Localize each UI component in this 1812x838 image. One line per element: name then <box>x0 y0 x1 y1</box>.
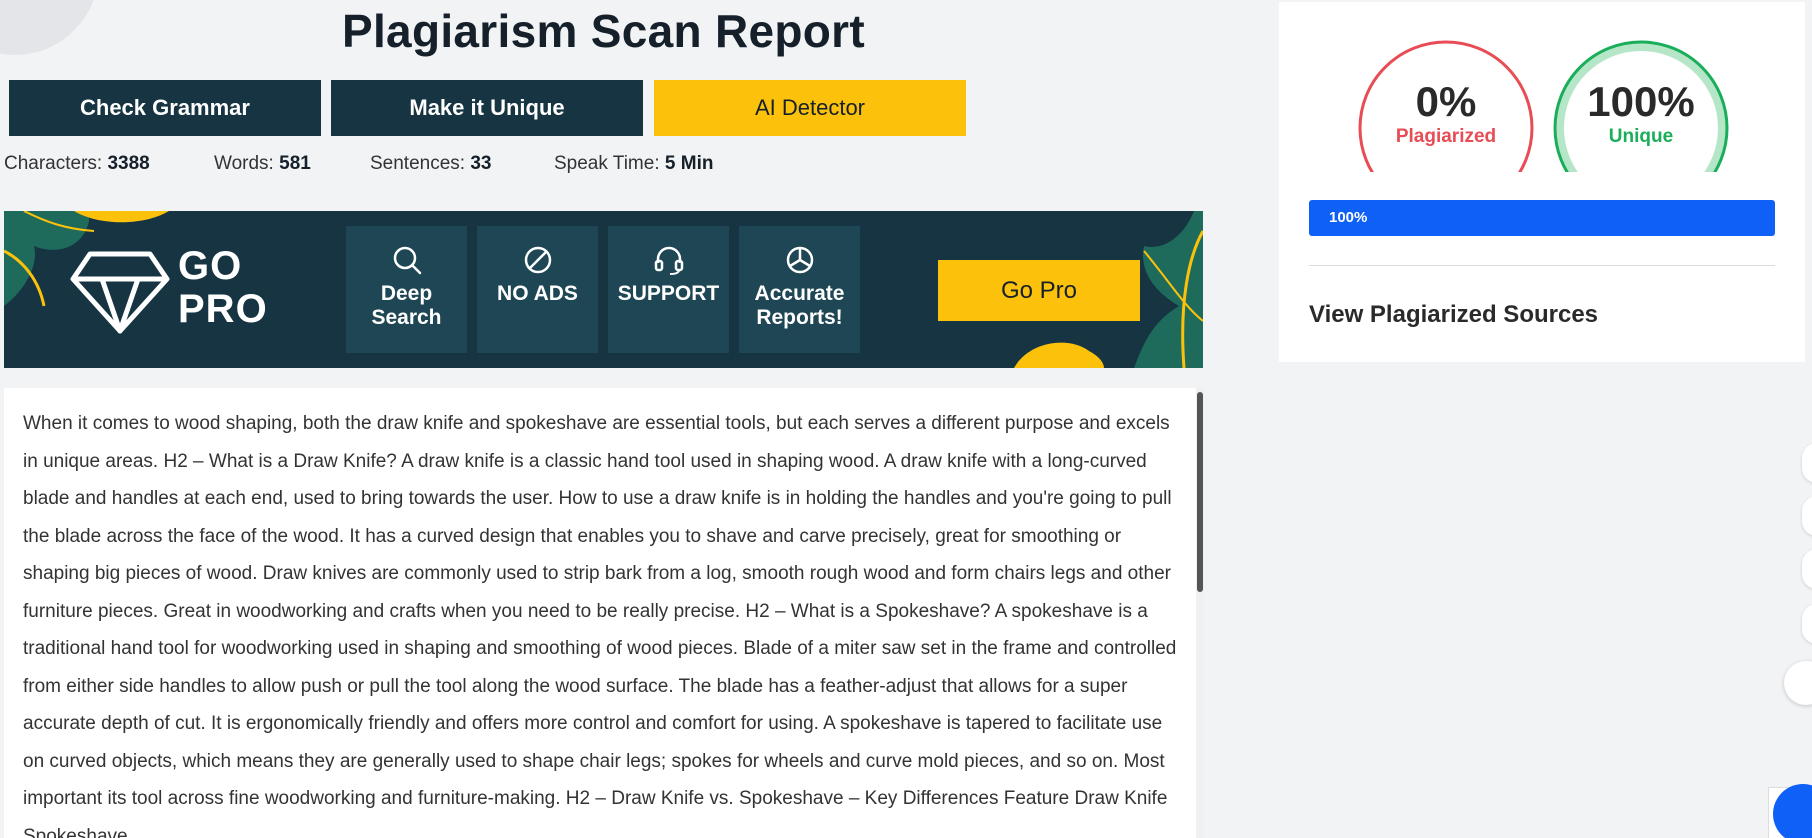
make-unique-button[interactable]: Make it Unique <box>331 80 643 136</box>
view-sources-heading[interactable]: View Plagiarized Sources <box>1309 301 1598 329</box>
plagiarized-label: Plagiarized <box>1395 126 1497 147</box>
unique-progress-bar: 100% <box>1309 200 1775 236</box>
search-icon <box>393 246 421 275</box>
feature-deep-search: Deep Search <box>346 226 467 353</box>
plagiarized-percent: 0% <box>1415 78 1477 125</box>
edge-floating-button-2[interactable] <box>1802 496 1812 536</box>
unique-label: Unique <box>1608 126 1674 147</box>
go-pro-button[interactable]: Go Pro <box>938 260 1140 321</box>
assistant-launcher-icon[interactable] <box>1784 661 1812 705</box>
results-card: 0% Plagiarized 100% Unique 100% View Pla… <box>1279 2 1805 362</box>
stat-characters: Characters: 3388 <box>4 153 150 174</box>
ai-detector-button[interactable]: AI Detector <box>654 80 966 136</box>
edge-floating-button-1[interactable] <box>1802 443 1812 483</box>
text-scrollbar-thumb[interactable] <box>1197 392 1203 592</box>
feature-no-ads: NO ADS <box>477 226 598 353</box>
stat-speak-time: Speak Time: 5 Min <box>554 153 714 174</box>
scanned-text-panel[interactable]: When it comes to wood shaping, both the … <box>4 388 1203 838</box>
plagiarized-gauge: 0% Plagiarized <box>1356 38 1536 172</box>
scanned-text: When it comes to wood shaping, both the … <box>23 413 1177 838</box>
pie-chart-icon <box>786 246 813 274</box>
go-pro-heading: GO PRO <box>178 244 268 331</box>
feature-accurate-reports: Accurate Reports! <box>739 226 860 353</box>
no-ads-icon <box>524 246 551 274</box>
edge-floating-button-4[interactable] <box>1802 604 1812 644</box>
feature-support: SUPPORT <box>608 226 729 353</box>
unique-percent: 100% <box>1587 78 1695 125</box>
unique-gauge: 100% Unique <box>1551 38 1731 172</box>
go-pro-banner: GO PRO Deep Search NO ADS SUPPORT Accura… <box>4 211 1203 368</box>
check-grammar-button[interactable]: Check Grammar <box>9 80 321 136</box>
stat-sentences: Sentences: 33 <box>370 153 492 174</box>
page-title: Plagiarism Scan Report <box>342 5 865 57</box>
divider <box>1309 265 1775 266</box>
headset-icon <box>654 246 683 275</box>
stat-words: Words: 581 <box>214 153 311 174</box>
edge-floating-button-3[interactable] <box>1802 549 1812 589</box>
diamond-icon <box>70 251 170 334</box>
